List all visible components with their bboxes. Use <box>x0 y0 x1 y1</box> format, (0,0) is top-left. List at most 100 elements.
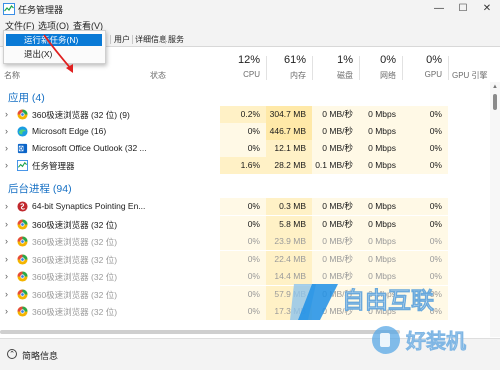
cell-gpu: 0% <box>402 250 448 268</box>
app-row[interactable]: › 360极速浏览器 (32 位) (9) 0.2% 304.7 MB 0 MB/秒 0 … <box>0 106 490 123</box>
cell-mem: 304.7 MB <box>266 106 312 123</box>
process-name: 360极速浏览器 (32 位) <box>32 289 118 300</box>
scroll-up-icon[interactable]: ▲ <box>492 84 498 90</box>
cell-net: 0 Mbps <box>359 106 402 123</box>
cell-disk: 0 MB/秒 <box>312 140 359 157</box>
expand-chevron-icon[interactable]: › <box>5 160 8 170</box>
cell-disk: 0 MB/秒 <box>312 233 359 250</box>
task-manager-icon <box>3 3 15 15</box>
tab-details[interactable]: 详细信息 <box>135 34 167 45</box>
cell-disk: 0 MB/秒 <box>312 250 359 268</box>
background-process-row[interactable]: › 360极速浏览器 (32 位) 0% 23.9 MB 0 MB/秒 0 Mbps 0% <box>0 233 490 250</box>
cell-disk: 0 MB/秒 <box>312 123 359 140</box>
cell-disk: 0 MB/秒 <box>312 215 359 233</box>
cell-cpu: 0% <box>220 123 266 140</box>
expand-chevron-icon[interactable]: › <box>5 126 8 136</box>
process-name: 360极速浏览器 (32 位) <box>32 219 118 230</box>
process-name: Microsoft Office Outlook (32 ... <box>32 143 147 153</box>
cell-net: 0 Mbps <box>359 233 402 250</box>
cell-disk: 0.1 MB/秒 <box>312 157 359 174</box>
app-row[interactable]: › Microsoft Edge (16) 0% 446.7 MB 0 MB/秒 0 Mb… <box>0 123 490 140</box>
process-name: 360极速浏览器 (32 位) (9) <box>32 110 130 120</box>
column-status[interactable]: 状态 <box>146 48 221 82</box>
window-title: 任务管理器 <box>18 5 64 15</box>
cell-gpu: 0% <box>402 123 448 140</box>
column-cpu[interactable]: 12% CPU <box>220 48 266 82</box>
360-browser-icon <box>17 288 28 300</box>
cell-cpu: 0% <box>220 303 266 320</box>
process-name: 360极速浏览器 (32 位) <box>32 254 118 265</box>
cell-net: 0 Mbps <box>359 123 402 140</box>
cell-gpu: 0% <box>402 140 448 157</box>
scrollbar-thumb[interactable] <box>493 94 497 110</box>
360-browser-icon <box>17 109 28 120</box>
background-process-row[interactable]: › 64-bit Synaptics Pointing En... 0% 0.3 MB… <box>0 198 490 215</box>
cell-mem: 12.1 MB <box>266 140 312 157</box>
360-browser-icon <box>17 236 28 247</box>
task-manager-icon <box>17 160 28 171</box>
cell-net: 0 Mbps <box>359 140 402 157</box>
cell-cpu: 1.6% <box>220 157 266 174</box>
process-name: 360极速浏览器 (32 位) <box>32 307 118 317</box>
360-browser-icon <box>17 271 28 282</box>
process-name: 64-bit Synaptics Pointing En... <box>32 201 146 211</box>
expand-chevron-icon[interactable]: › <box>5 289 8 299</box>
cell-gpu: 0% <box>402 198 448 215</box>
process-name: Microsoft Edge (16) <box>32 126 107 136</box>
expand-chevron-icon[interactable]: › <box>5 219 8 229</box>
360-browser-icon <box>17 306 28 317</box>
fewer-details-link[interactable]: 简略信息 <box>22 349 58 362</box>
process-name: 任务管理器 <box>32 161 75 171</box>
vertical-scrollbar[interactable]: ▲ <box>490 82 500 337</box>
process-name: 360极速浏览器 (32 位) <box>32 272 118 282</box>
cell-mem: 0.3 MB <box>266 198 312 215</box>
close-button[interactable]: ✕ <box>475 0 499 18</box>
collapse-chevron-icon[interactable]: ⌃ <box>7 349 17 359</box>
minimize-button[interactable]: — <box>427 0 451 18</box>
cell-net: 0 Mbps <box>359 215 402 233</box>
tab-divider <box>165 35 166 44</box>
process-name: 360极速浏览器 (32 位) <box>32 237 118 247</box>
background-process-row[interactable]: › 360极速浏览器 (32 位) 0% 22.4 MB 0 MB/秒 0 Mbps 0% <box>0 250 490 268</box>
column-gpu[interactable]: 0% GPU <box>402 48 448 82</box>
corner-watermark: 好装机 <box>372 326 466 354</box>
group-header-apps[interactable]: 应用 (4) <box>8 90 45 105</box>
expand-chevron-icon[interactable]: › <box>5 306 8 316</box>
column-gpu-engine[interactable]: GPU 引擎 <box>448 48 492 82</box>
cell-cpu: 0% <box>220 268 266 285</box>
tab-divider <box>132 35 133 44</box>
background-process-row[interactable]: › 360极速浏览器 (32 位) 0% 5.8 MB 0 MB/秒 0 Mbps 0% <box>0 215 490 233</box>
app-row[interactable]: › 任务管理器 1.6% 28.2 MB 0.1 MB/秒 0 Mbps 0% <box>0 157 490 174</box>
cell-net: 0 Mbps <box>359 250 402 268</box>
title-bar: 任务管理器 — ☐ ✕ <box>0 0 500 18</box>
outlook-icon <box>17 143 28 154</box>
expand-chevron-icon[interactable]: › <box>5 201 8 211</box>
expand-chevron-icon[interactable]: › <box>5 236 8 246</box>
watermark-text: 自由互联 <box>342 287 434 314</box>
corner-watermark-text: 好装机 <box>405 329 466 353</box>
cell-mem: 23.9 MB <box>266 233 312 250</box>
cell-gpu: 0% <box>402 157 448 174</box>
expand-chevron-icon[interactable]: › <box>5 271 8 281</box>
cell-disk: 0 MB/秒 <box>312 106 359 123</box>
tab-services[interactable]: 服务 <box>168 34 184 45</box>
360-browser-icon <box>17 218 28 230</box>
maximize-button[interactable]: ☐ <box>451 0 475 18</box>
expand-chevron-icon[interactable]: › <box>5 109 8 119</box>
cell-cpu: 0.2% <box>220 106 266 123</box>
tab-users[interactable]: 用户 <box>114 34 130 45</box>
column-memory[interactable]: 61% 内存 <box>266 48 312 82</box>
cell-cpu: 0% <box>220 285 266 303</box>
expand-chevron-icon[interactable]: › <box>5 143 8 153</box>
cell-cpu: 0% <box>220 233 266 250</box>
cell-cpu: 0% <box>220 215 266 233</box>
group-header-background[interactable]: 后台进程 (94) <box>8 181 72 196</box>
column-disk[interactable]: 1% 磁盘 <box>312 48 359 82</box>
column-network[interactable]: 0% 网络 <box>359 48 402 82</box>
app-row[interactable]: › Microsoft Office Outlook (32 ... 0% 12.1 … <box>0 140 490 157</box>
360-browser-icon <box>17 253 28 265</box>
horizontal-scrollbar[interactable] <box>0 330 400 334</box>
expand-chevron-icon[interactable]: › <box>5 254 8 264</box>
cell-mem: 446.7 MB <box>266 123 312 140</box>
cell-mem: 22.4 MB <box>266 250 312 268</box>
